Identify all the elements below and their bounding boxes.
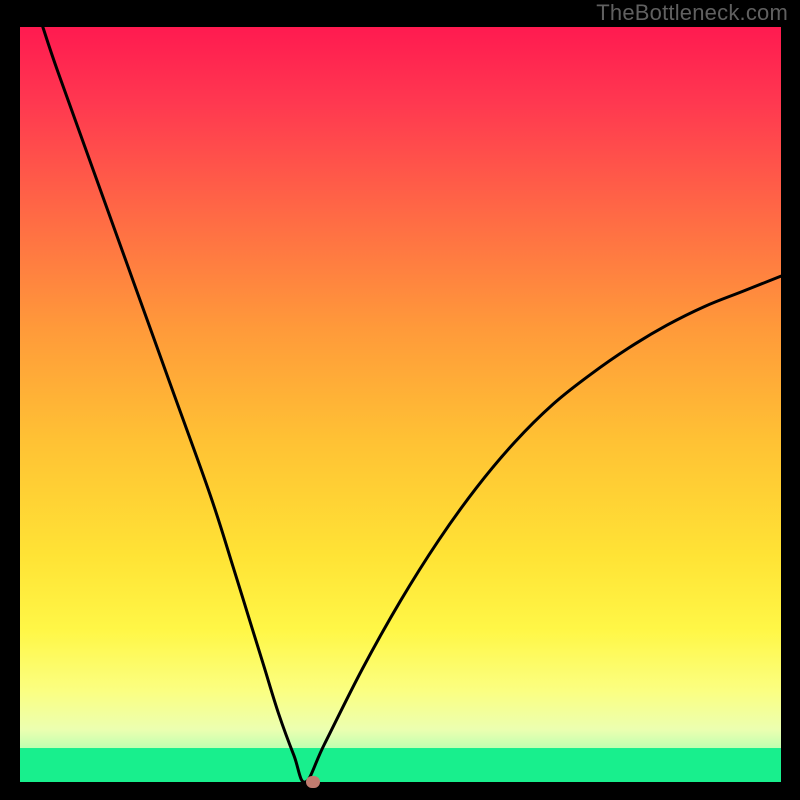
green-baseline <box>20 748 781 782</box>
plot-gradient <box>20 27 781 782</box>
chart-container: TheBottleneck.com <box>0 0 800 800</box>
chart-svg <box>0 0 800 800</box>
